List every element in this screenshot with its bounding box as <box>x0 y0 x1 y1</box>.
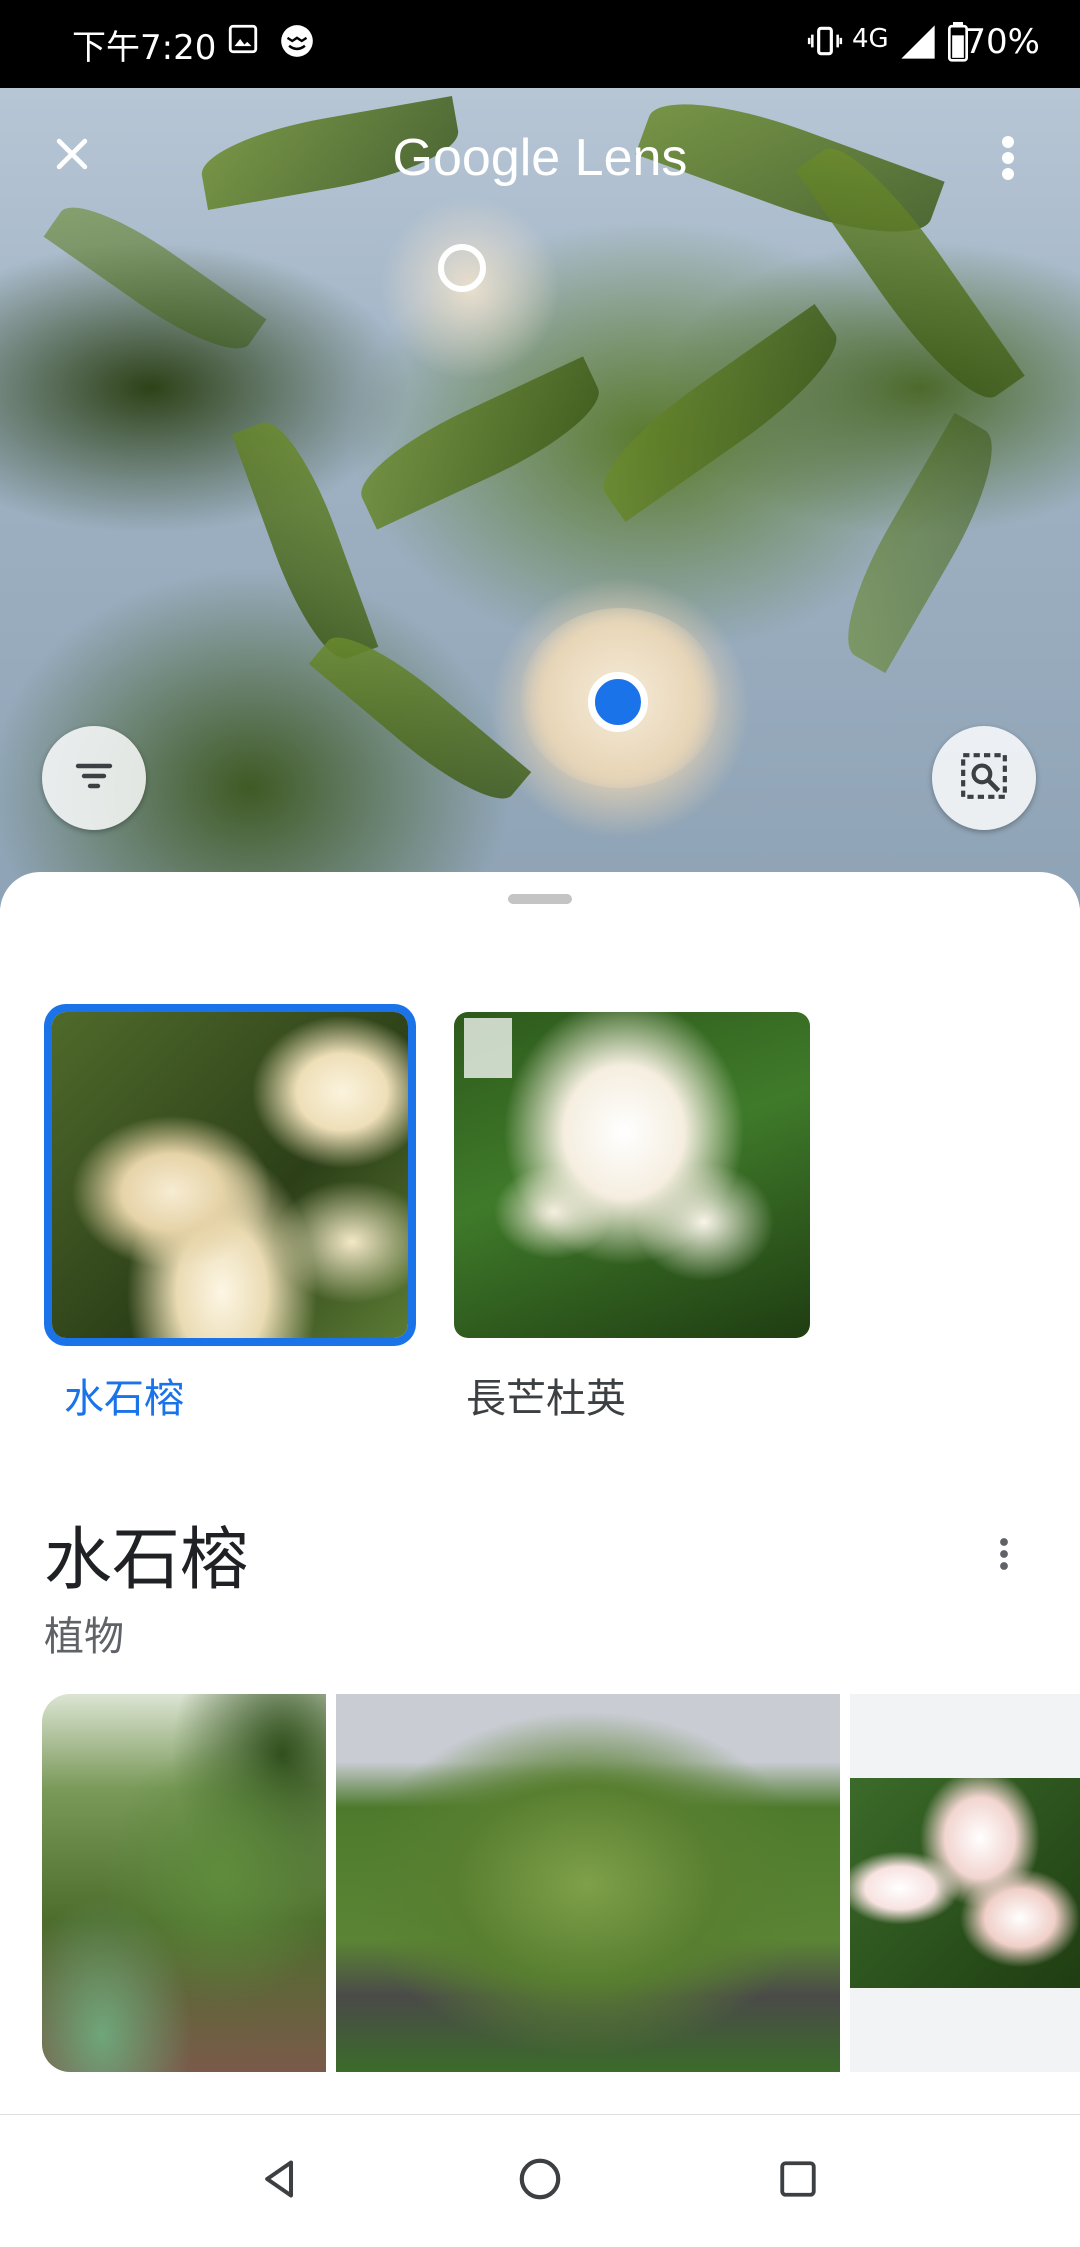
results-sheet: 水石榕 長芒杜英 水石榕 植物 <box>0 872 1080 2114</box>
entity-photo-2[interactable] <box>336 1694 840 2072</box>
entity-title: 水石榕 <box>44 1521 249 1600</box>
entity-photo-3[interactable] <box>850 1694 1080 2072</box>
result-card-1[interactable] <box>52 1012 408 1338</box>
sheet-drag-handle[interactable] <box>508 894 572 904</box>
app-title: Google Lens <box>392 129 688 187</box>
result-card-2[interactable] <box>454 1012 810 1338</box>
status-time: 下午7:20 <box>72 28 217 68</box>
entity-photo-3-image <box>850 1778 1080 1988</box>
selected-object-dot[interactable] <box>588 672 648 732</box>
more-vert-icon <box>1000 134 1016 186</box>
gallery-notification-icon <box>226 22 260 60</box>
entity-subtitle: 植物 <box>44 1614 124 1660</box>
system-nav-bar <box>0 2114 1080 2247</box>
home-icon <box>517 2156 563 2206</box>
back-button[interactable] <box>244 2145 316 2217</box>
more-options-button[interactable] <box>976 124 1040 196</box>
network-type-label: 4G <box>852 24 889 54</box>
vibrate-icon <box>806 22 844 64</box>
home-button[interactable] <box>504 2145 576 2217</box>
result-label-1[interactable]: 水石榕 <box>64 1366 184 1424</box>
status-bar: 下午7:20 4G 70% <box>0 0 1080 88</box>
detected-object-dot[interactable] <box>438 244 486 292</box>
result-image-1 <box>52 1012 408 1338</box>
entity-photo-1[interactable] <box>42 1694 326 2072</box>
battery-percent: 70% <box>964 22 1040 62</box>
filter-icon <box>70 752 118 804</box>
camera-preview[interactable] <box>0 88 1080 908</box>
result-label-2[interactable]: 長芒杜英 <box>466 1366 626 1424</box>
watermark-logo <box>464 1018 512 1078</box>
more-vert-icon <box>998 1534 1010 1578</box>
image-search-icon <box>959 751 1009 805</box>
filter-button[interactable] <box>42 726 146 830</box>
search-region-button[interactable] <box>932 726 1036 830</box>
back-icon <box>258 2157 302 2205</box>
recents-button[interactable] <box>762 2145 834 2217</box>
signal-icon <box>898 22 938 66</box>
entity-more-button[interactable] <box>984 1524 1024 1588</box>
app-notification-icon <box>278 22 316 64</box>
recents-icon <box>777 2158 819 2204</box>
